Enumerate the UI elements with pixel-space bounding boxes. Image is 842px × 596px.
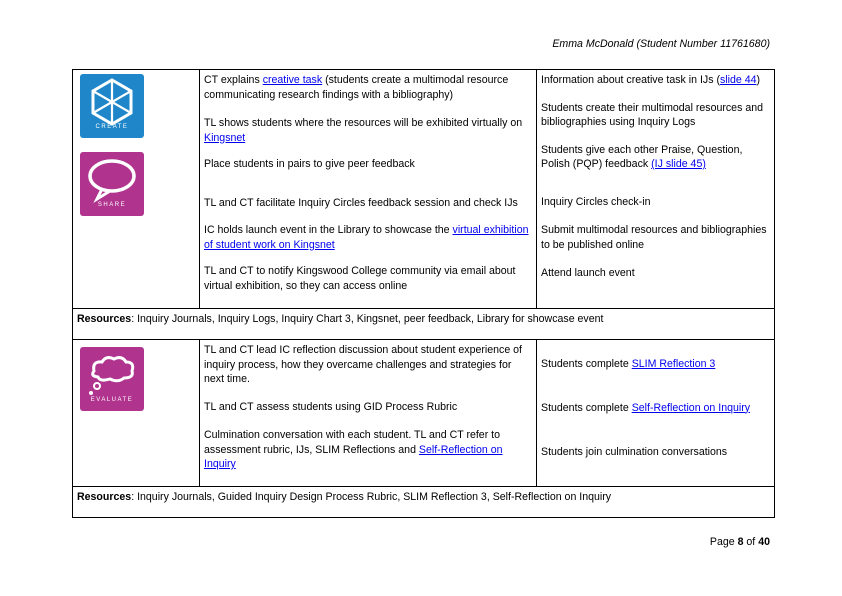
student-actions-cell: Students complete SLIM Reflection 3 Stud…: [536, 339, 775, 487]
teacher-actions-cell: CT explains creative task (students crea…: [199, 69, 537, 309]
text: IC holds launch event in the Library to …: [204, 224, 453, 236]
text: ): [756, 74, 761, 86]
resources-row-1: Resources: Inquiry Journals, Inquiry Log…: [72, 308, 775, 340]
right-paragraph-3: Students give each other Praise, Questio…: [541, 143, 770, 172]
page-of: of: [743, 536, 759, 548]
text: Students complete: [541, 358, 632, 370]
table-row-create-share: CREATE SHARE CT explains creative task (…: [72, 69, 775, 309]
mid-paragraph-4: TL and CT facilitate Inquiry Circles fee…: [204, 196, 518, 209]
resources-cell: Resources: Inquiry Journals, Inquiry Log…: [72, 308, 775, 340]
create-icon: CREATE: [80, 74, 144, 138]
page-footer: Page 8 of 40: [710, 536, 770, 548]
right-paragraph-2: Students complete Self-Reflection on Inq…: [541, 401, 770, 416]
evaluate-icon: EVALUATE: [80, 347, 144, 411]
mid-paragraph-2: TL and CT assess students using GID Proc…: [204, 400, 458, 413]
kingsnet-link[interactable]: Kingsnet: [204, 132, 245, 144]
table-row-evaluate: EVALUATE TL and CT lead IC reflection di…: [72, 339, 775, 487]
slim-reflection-3-link[interactable]: SLIM Reflection 3: [632, 358, 716, 370]
teacher-actions-cell: TL and CT lead IC reflection discussion …: [199, 339, 537, 487]
page-prefix: Page: [709, 536, 738, 548]
resources-row-2: Resources: Inquiry Journals, Guided Inqu…: [72, 486, 775, 518]
resources-text: : Inquiry Journals, Inquiry Logs, Inquir…: [131, 313, 604, 325]
text: Information about creative task in IJs (: [541, 74, 720, 86]
right-paragraph-6: Attend launch event: [541, 267, 635, 279]
share-icon-label: SHARE: [97, 201, 127, 208]
evaluate-icon-label: EVALUATE: [90, 396, 134, 403]
text: Students give each other Praise, Questio…: [541, 143, 743, 171]
right-paragraph-1: Information about creative task in IJs (…: [541, 73, 770, 88]
mid-paragraph-2: TL shows students where the resources wi…: [204, 116, 532, 145]
mid-paragraph-5: IC holds launch event in the Library to …: [204, 223, 532, 252]
mid-paragraph-3: Culmination conversation with each stude…: [204, 428, 532, 472]
right-paragraph-3: Students join culmination conversations: [541, 446, 728, 458]
page-header-author: Emma McDonald (Student Number 11761680): [552, 38, 770, 50]
mid-paragraph-3: Place students in pairs to give peer fee…: [204, 158, 415, 170]
right-paragraph-4: Inquiry Circles check-in: [541, 195, 651, 208]
mid-paragraph-1: TL and CT lead IC reflection discussion …: [204, 344, 522, 385]
ij-slide-45-link[interactable]: (IJ slide 45): [651, 158, 706, 170]
icon-cell: EVALUATE: [72, 339, 200, 487]
right-paragraph-5: Submit multimodal resources and bibliogr…: [541, 224, 767, 251]
mid-paragraph-6: TL and CT to notify Kingswood College co…: [204, 265, 516, 292]
resources-text: : Inquiry Journals, Guided Inquiry Desig…: [131, 491, 612, 503]
right-paragraph-1: Students complete SLIM Reflection 3: [541, 357, 770, 372]
resources-label: Resources: [77, 491, 132, 503]
text: Students complete: [541, 401, 632, 414]
mid-paragraph-1: CT explains creative task (students crea…: [204, 73, 532, 102]
self-reflection-on-inquiry-link[interactable]: Self-Reflection on Inquiry: [632, 402, 750, 414]
text: CT explains: [204, 74, 263, 86]
share-icon: SHARE: [80, 152, 144, 216]
resources-cell: Resources: Inquiry Journals, Guided Inqu…: [72, 486, 775, 518]
create-icon-label: CREATE: [95, 123, 129, 130]
lesson-plan-table: CREATE SHARE CT explains creative task (…: [72, 69, 775, 518]
creative-task-link[interactable]: creative task: [263, 74, 322, 86]
student-actions-cell: Information about creative task in IJs (…: [536, 69, 775, 309]
slide-44-link[interactable]: slide 44: [720, 74, 757, 86]
right-paragraph-2: Students create their multimodal resourc…: [541, 101, 763, 129]
page-total: 40: [758, 536, 770, 548]
text: TL shows students where the resources wi…: [204, 117, 523, 129]
resources-label: Resources: [77, 313, 132, 325]
icon-cell: CREATE SHARE: [72, 69, 200, 309]
